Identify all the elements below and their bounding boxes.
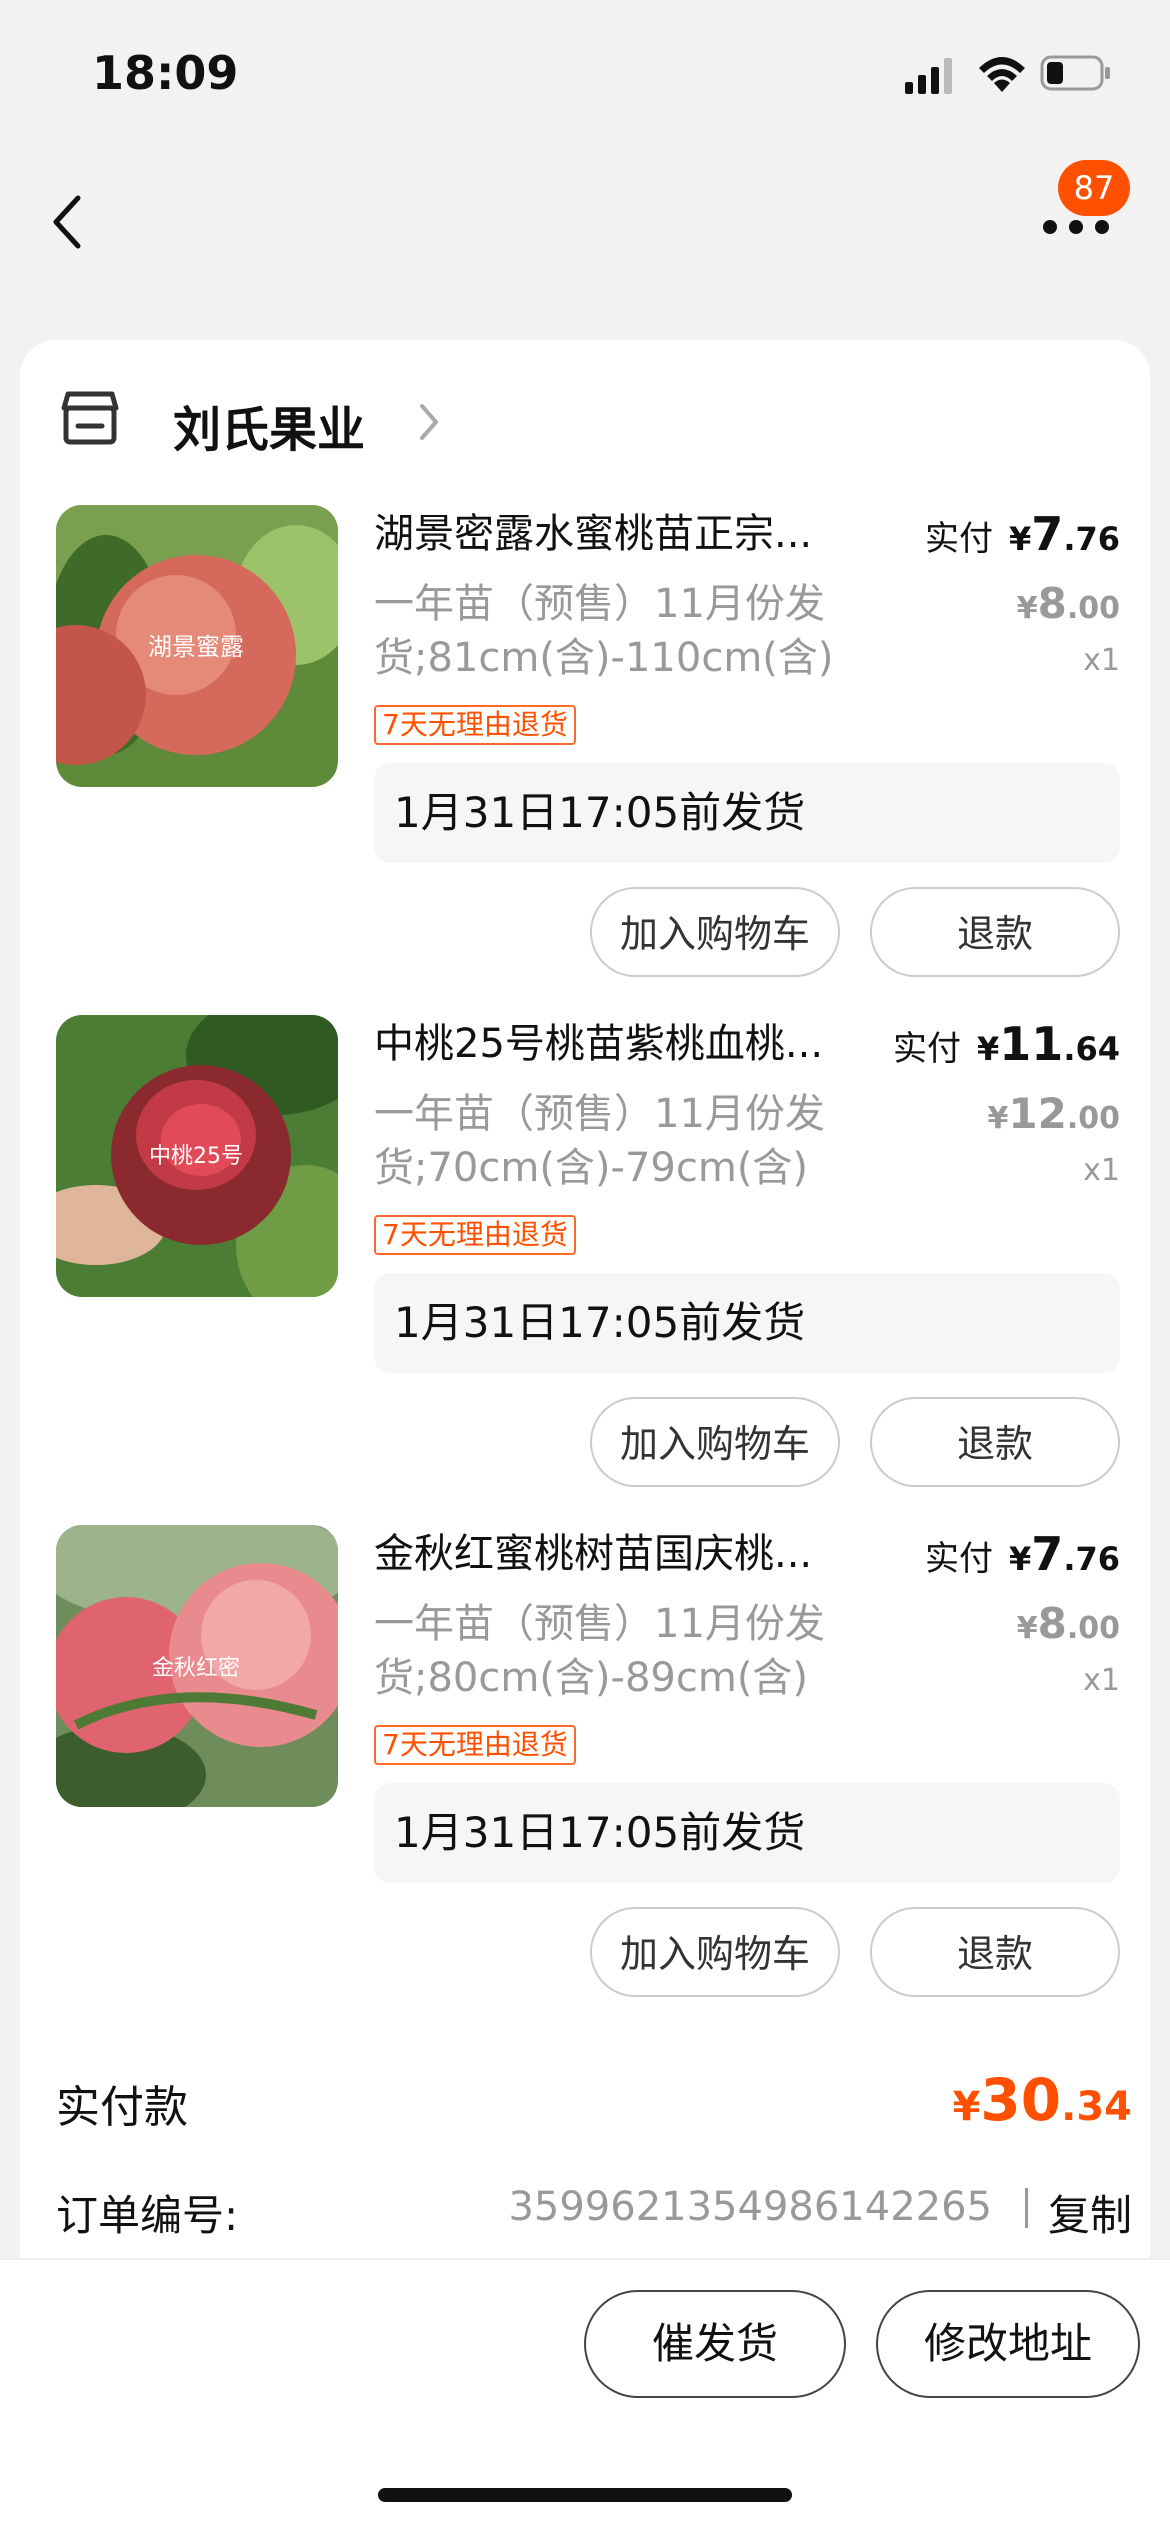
paid-dec: .64 [1063,1030,1120,1068]
product-image-text: 中桃25号 [149,1144,243,1169]
status-time: 18:09 [92,46,239,100]
paid-currency: ¥ [1009,520,1032,558]
quantity: x1 [1083,643,1120,678]
bottom-action-bar: 催发货 修改地址 [0,2258,1170,2534]
total-int: 30 [980,2066,1062,2134]
order-item[interactable]: 金秋红密 金秋红蜜桃树苗国庆桃... 一年苗（预售）11月份发货;80cm(含)… [20,1525,1150,2035]
divider [1025,2188,1028,2228]
notification-badge: 87 [1058,160,1130,216]
product-title[interactable]: 湖景密露水蜜桃苗正宗... [374,505,874,563]
signal-icon [905,58,952,94]
original-price: ¥8.00 [1017,575,1120,642]
total-currency: ¥ [952,2084,981,2130]
modify-address-button[interactable]: 修改地址 [876,2290,1140,2398]
product-image-text: 湖景蜜露 [148,633,244,661]
product-image[interactable]: 中桃25号 [56,1015,338,1297]
ship-deadline: 1月31日17:05前发货 [374,1273,1120,1373]
shop-name[interactable]: 刘氏果业 [173,390,365,460]
paid-int: 11 [999,1017,1064,1071]
product-image[interactable]: 金秋红密 [56,1525,338,1807]
copy-button[interactable]: 复制 [1048,2182,1132,2243]
shop-header[interactable]: 刘氏果业 [58,380,558,460]
order-number: 3599621354986142265 [508,2184,992,2230]
battery-icon [1040,55,1110,91]
order-item[interactable]: 湖景蜜露 湖景密露水蜜桃苗正宗... 一年苗（预售）11月份发货;81cm(含)… [20,505,1150,1015]
order-card: 刘氏果业 湖景蜜露 湖景密露水蜜桃苗正宗... 一年苗（预售）11月份发货;81… [20,340,1150,2260]
product-title[interactable]: 中桃25号桃苗紫桃血桃... [374,1015,874,1073]
paid-label: 实付 [925,1539,994,1579]
paid-int: 7 [1031,507,1064,561]
paid-label: 实付 [893,1029,962,1069]
return-policy-tag: 7天无理由退货 [374,1725,576,1765]
urge-shipping-button[interactable]: 催发货 [584,2290,846,2398]
shop-icon [61,391,119,445]
product-spec: 一年苗（预售）11月份发货;80cm(含)-89cm(含) [374,1601,825,1701]
total-paid-row: 实付款 ¥30.34 [56,2055,1132,2145]
total-amount: ¥30.34 [953,2055,1132,2160]
quantity: x1 [1083,1663,1120,1698]
product-image-text: 金秋红密 [152,1656,240,1681]
paid-int: 7 [1031,1527,1064,1581]
paid-currency: ¥ [977,1030,1000,1068]
ship-deadline: 1月31日17:05前发货 [374,1783,1120,1883]
orig-currency: ¥ [987,1101,1009,1136]
status-bar: 18:09 [0,0,1170,140]
orig-currency: ¥ [1016,591,1038,626]
add-to-cart-button[interactable]: 加入购物车 [590,1907,840,1997]
orig-dec: .00 [1066,1611,1120,1646]
orig-int: 8 [1037,1599,1067,1648]
orig-int: 8 [1037,579,1067,628]
home-indicator[interactable] [378,2488,792,2502]
ship-deadline: 1月31日17:05前发货 [374,763,1120,863]
paid-dec: .76 [1063,520,1120,558]
orig-dec: .00 [1066,1101,1120,1136]
paid-price: 实付 ¥11.64 [893,1015,1120,1078]
refund-button[interactable]: 退款 [870,1397,1120,1487]
orig-int: 12 [1008,1089,1067,1138]
refund-button[interactable]: 退款 [870,1907,1120,1997]
original-price: ¥12.00 [988,1085,1120,1152]
add-to-cart-button[interactable]: 加入购物车 [590,887,840,977]
quantity: x1 [1083,1153,1120,1188]
paid-price: 实付 ¥7.76 [925,505,1120,568]
return-policy-tag: 7天无理由退货 [374,1215,576,1255]
wifi-icon [979,57,1025,92]
product-spec: 一年苗（预售）11月份发货;81cm(含)-110cm(含) [374,581,834,681]
back-icon[interactable] [48,190,88,254]
paid-dec: .76 [1063,1540,1120,1578]
refund-button[interactable]: 退款 [870,887,1120,977]
product-spec: 一年苗（预售）11月份发货;70cm(含)-79cm(含) [374,1091,825,1191]
paid-price: 实付 ¥7.76 [925,1525,1120,1588]
paid-currency: ¥ [1009,1540,1032,1578]
order-item[interactable]: 中桃25号 中桃25号桃苗紫桃血桃... 一年苗（预售）11月份发货;70cm(… [20,1015,1150,1525]
order-number-row: 订单编号: 3599621354986142265 复制 [56,2170,1132,2250]
return-policy-tag: 7天无理由退货 [374,705,576,745]
product-title[interactable]: 金秋红蜜桃树苗国庆桃... [374,1525,874,1583]
orig-currency: ¥ [1016,1611,1038,1646]
order-number-label: 订单编号: [56,2191,239,2240]
product-image[interactable]: 湖景蜜露 [56,505,338,787]
orig-dec: .00 [1066,591,1120,626]
add-to-cart-button[interactable]: 加入购物车 [590,1397,840,1487]
chevron-right-icon [420,404,438,440]
total-dec: .34 [1061,2084,1132,2130]
paid-label: 实付 [925,519,994,559]
total-label: 实付款 [56,2082,188,2133]
original-price: ¥8.00 [1017,1595,1120,1662]
